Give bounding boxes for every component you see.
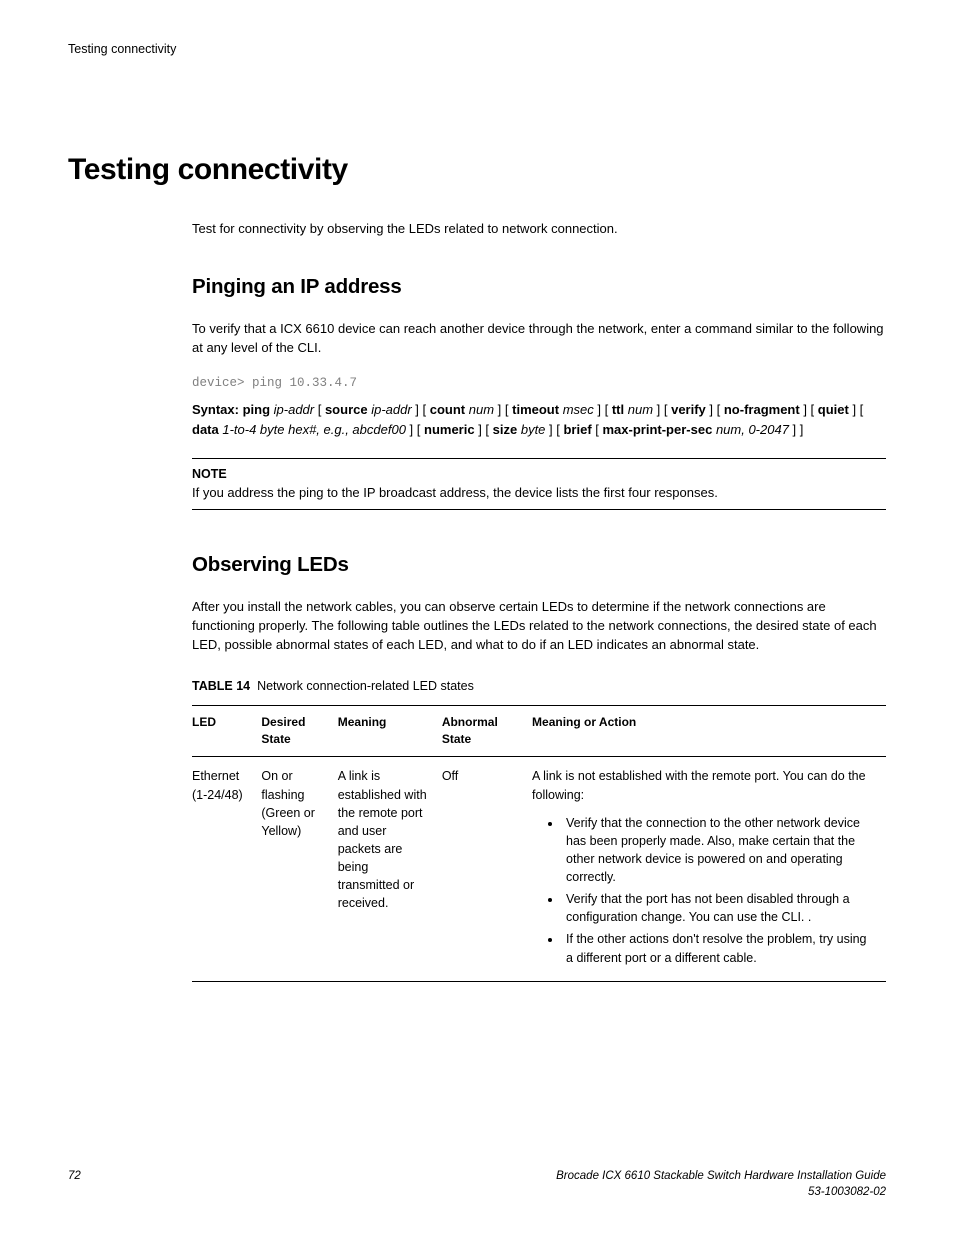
syntax-kw: count	[430, 402, 465, 417]
led-table: LED Desired State Meaning Abnormal State…	[192, 705, 886, 982]
th-meaning: Meaning	[338, 705, 442, 757]
syntax-kw: source	[325, 402, 368, 417]
syntax-arg: 1-to-4 byte hex#, e.g., abcdef00	[222, 422, 406, 437]
table-header-row: LED Desired State Meaning Abnormal State…	[192, 705, 886, 757]
th-desired: Desired State	[261, 705, 337, 757]
table-caption-text: Network connection-related LED states	[257, 679, 474, 693]
note-block: NOTE If you address the ping to the IP b…	[192, 458, 886, 510]
main-heading: Testing connectivity	[68, 148, 886, 192]
action-intro: A link is not established with the remot…	[532, 767, 876, 803]
syntax-kw: ttl	[612, 402, 624, 417]
syntax-kw: brief	[563, 422, 591, 437]
syntax-kw: data	[192, 422, 219, 437]
table-row: Ethernet (1-24/48) On or flashing (Green…	[192, 757, 886, 981]
ping-code-block: device> ping 10.33.4.7	[192, 374, 886, 392]
cell-abnormal: Off	[442, 757, 532, 981]
leds-intro: After you install the network cables, yo…	[192, 598, 886, 655]
syntax-kw: verify	[671, 402, 706, 417]
syntax-kw: no-fragment	[724, 402, 800, 417]
ping-intro: To verify that a ICX 6610 device can rea…	[192, 320, 886, 358]
syntax-arg: ip-addr	[274, 402, 314, 417]
syntax-arg: ip-addr	[371, 402, 411, 417]
list-item: Verify that the connection to the other …	[562, 814, 876, 887]
ping-syntax: Syntax: ping ip-addr [ source ip-addr ] …	[192, 400, 886, 440]
list-item: Verify that the port has not been disabl…	[562, 890, 876, 926]
syntax-kw: max-print-per-sec	[603, 422, 713, 437]
syntax-arg: msec	[563, 402, 594, 417]
syntax-kw: numeric	[424, 422, 475, 437]
page-number: 72	[68, 1168, 81, 1185]
syntax-arg: num	[469, 402, 494, 417]
cell-desired: On or flashing (Green or Yellow)	[261, 757, 337, 981]
table-caption: TABLE 14 Network connection-related LED …	[192, 677, 886, 695]
guide-title: Brocade ICX 6610 Stackable Switch Hardwa…	[556, 1170, 886, 1182]
th-action: Meaning or Action	[532, 705, 886, 757]
leds-heading: Observing LEDs	[192, 550, 886, 580]
note-label: NOTE	[192, 465, 886, 483]
table-caption-label: TABLE 14	[192, 679, 250, 693]
intro-paragraph: Test for connectivity by observing the L…	[192, 220, 886, 239]
cell-meaning: A link is established with the remote po…	[338, 757, 442, 981]
ping-heading: Pinging an IP address	[192, 272, 886, 302]
syntax-kw: size	[493, 422, 518, 437]
page-header-text: Testing connectivity	[68, 40, 886, 58]
syntax-kw: timeout	[512, 402, 559, 417]
th-led: LED	[192, 705, 261, 757]
syntax-kw: quiet	[818, 402, 849, 417]
cell-led: Ethernet (1-24/48)	[192, 757, 261, 981]
action-bullet-list: Verify that the connection to the other …	[532, 814, 876, 967]
syntax-arg: num	[628, 402, 653, 417]
cell-action: A link is not established with the remot…	[532, 757, 886, 981]
syntax-arg: num, 0-2047	[716, 422, 789, 437]
syntax-arg: byte	[521, 422, 546, 437]
footer-right: Brocade ICX 6610 Stackable Switch Hardwa…	[556, 1168, 886, 1201]
th-abnormal: Abnormal State	[442, 705, 532, 757]
note-body: If you address the ping to the IP broadc…	[192, 484, 886, 503]
page-footer: 72 Brocade ICX 6610 Stackable Switch Har…	[68, 1168, 886, 1201]
syntax-label: Syntax: ping	[192, 402, 270, 417]
list-item: If the other actions don't resolve the p…	[562, 930, 876, 966]
doc-id: 53-1003082-02	[808, 1186, 886, 1198]
